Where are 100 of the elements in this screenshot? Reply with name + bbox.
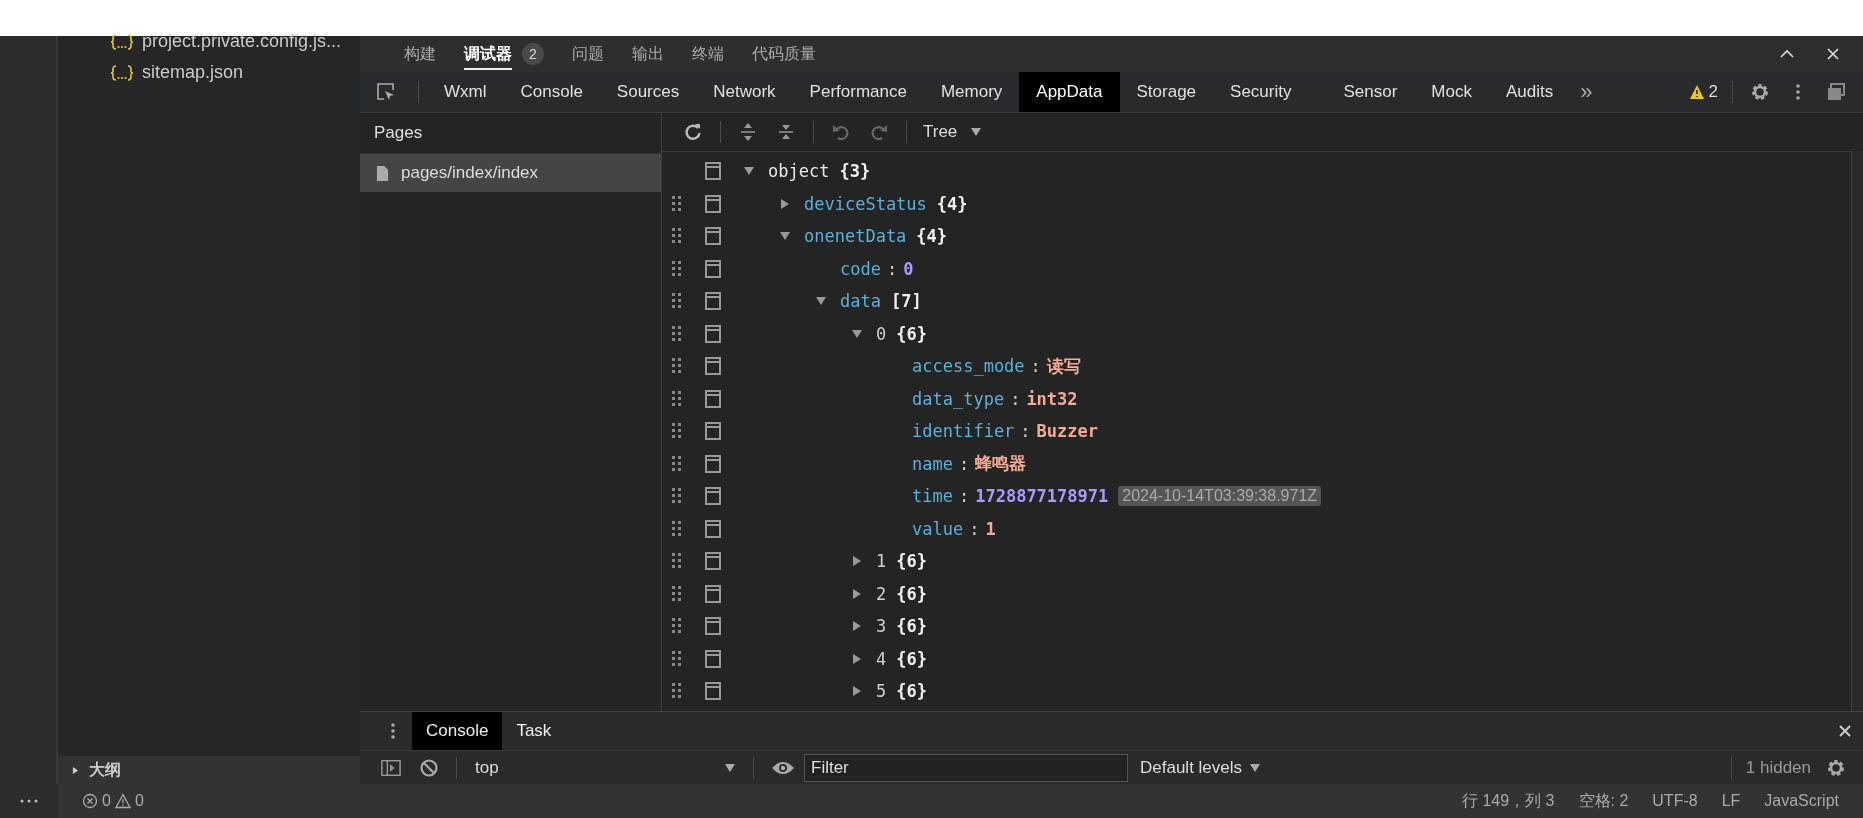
devtools-tab[interactable]: Sources bbox=[599, 72, 697, 112]
panel-tab[interactable]: 终端 bbox=[678, 36, 738, 72]
sidebar-toggle-icon[interactable] bbox=[381, 757, 401, 778]
row-panel-icon[interactable] bbox=[705, 292, 721, 311]
devtools-tab[interactable]: AppData bbox=[1019, 72, 1120, 112]
settings-icon[interactable] bbox=[1750, 82, 1770, 102]
scrollbar[interactable] bbox=[1851, 151, 1863, 711]
devtools-tab[interactable]: Console bbox=[503, 72, 600, 112]
drawer-tab[interactable]: Task bbox=[502, 712, 566, 750]
expanded-arrow-icon[interactable] bbox=[780, 231, 790, 242]
row-panel-icon[interactable] bbox=[705, 357, 721, 376]
status-item[interactable]: UTF-8 bbox=[1652, 792, 1698, 810]
expanded-arrow-icon[interactable] bbox=[816, 296, 826, 307]
row-panel-icon[interactable] bbox=[705, 162, 721, 181]
clear-console-icon[interactable] bbox=[419, 757, 439, 778]
log-levels-select[interactable]: Default levels bbox=[1140, 757, 1261, 778]
drag-handle-icon[interactable] bbox=[672, 520, 682, 537]
tree-summary: {4} bbox=[916, 226, 948, 247]
file-item[interactable]: project.private.config.js... bbox=[110, 26, 360, 57]
collapsed-arrow-icon[interactable] bbox=[852, 653, 862, 664]
drag-handle-icon[interactable] bbox=[672, 553, 682, 570]
row-panel-icon[interactable] bbox=[705, 389, 721, 408]
row-panel-icon[interactable] bbox=[705, 649, 721, 668]
file-item[interactable]: sitemap.json bbox=[110, 57, 360, 88]
status-item[interactable]: 行 149，列 3 bbox=[1462, 790, 1555, 812]
collapsed-arrow-icon[interactable] bbox=[852, 686, 862, 697]
row-panel-icon[interactable] bbox=[705, 584, 721, 603]
drag-handle-icon[interactable] bbox=[672, 358, 682, 375]
collapse-all-icon[interactable] bbox=[776, 122, 796, 142]
more-icon[interactable] bbox=[19, 799, 39, 803]
devtools-tab[interactable]: Performance bbox=[792, 72, 924, 112]
devtools-tab[interactable]: Sensor bbox=[1326, 72, 1415, 112]
expanded-arrow-icon[interactable] bbox=[744, 166, 754, 177]
row-panel-icon[interactable] bbox=[705, 617, 721, 636]
devtools-tab[interactable]: Mock bbox=[1414, 72, 1489, 112]
caret-icon bbox=[971, 128, 982, 136]
panel-tab[interactable]: 调试器 2 bbox=[450, 36, 558, 72]
context-select[interactable]: top bbox=[465, 757, 745, 778]
drag-handle-icon[interactable] bbox=[672, 423, 682, 440]
panel-tab[interactable]: 输出 bbox=[618, 36, 678, 72]
panel-tab[interactable]: 构建 bbox=[390, 36, 450, 72]
devtools-tab[interactable]: Wxml bbox=[427, 72, 504, 112]
outline-section-header[interactable]: 大纲 bbox=[58, 756, 360, 784]
drag-handle-icon[interactable] bbox=[672, 325, 682, 342]
drag-handle-icon[interactable] bbox=[672, 195, 682, 212]
undo-icon[interactable] bbox=[831, 122, 851, 142]
settings-icon[interactable] bbox=[1826, 757, 1846, 778]
drag-handle-icon[interactable] bbox=[672, 260, 682, 277]
refresh-icon[interactable] bbox=[683, 122, 703, 142]
devtools-tab[interactable]: Network bbox=[696, 72, 793, 112]
row-panel-icon[interactable] bbox=[705, 682, 721, 701]
status-item[interactable]: 空格: 2 bbox=[1578, 790, 1629, 812]
row-panel-icon[interactable] bbox=[705, 324, 721, 343]
close-icon[interactable] bbox=[1837, 723, 1853, 739]
warning-counter[interactable]: 2 bbox=[1682, 82, 1724, 102]
row-panel-icon[interactable] bbox=[705, 259, 721, 278]
page-item[interactable]: pages/index/index bbox=[360, 154, 661, 192]
drag-handle-icon[interactable] bbox=[672, 618, 682, 635]
drag-handle-icon[interactable] bbox=[672, 228, 682, 245]
filter-field[interactable]: Filter bbox=[804, 753, 1128, 782]
panel-tab[interactable]: 问题 bbox=[558, 36, 618, 72]
row-panel-icon[interactable] bbox=[705, 422, 721, 441]
devtools-tab[interactable]: Storage bbox=[1119, 72, 1214, 112]
row-panel-icon[interactable] bbox=[705, 519, 721, 538]
drag-handle-icon[interactable] bbox=[672, 683, 682, 700]
expanded-arrow-icon[interactable] bbox=[852, 328, 862, 339]
drag-handle-icon[interactable] bbox=[672, 650, 682, 667]
tree-key: name bbox=[912, 453, 953, 474]
devtools-tab[interactable]: Audits bbox=[1488, 72, 1571, 112]
redo-icon[interactable] bbox=[869, 122, 889, 142]
collapsed-arrow-icon[interactable] bbox=[852, 621, 862, 632]
key-separator: : bbox=[886, 258, 898, 279]
drag-handle-icon[interactable] bbox=[672, 585, 682, 602]
collapsed-arrow-icon[interactable] bbox=[780, 198, 790, 209]
drag-handle-icon[interactable] bbox=[672, 390, 682, 407]
view-mode-select[interactable]: Tree bbox=[915, 122, 990, 142]
drag-handle-icon[interactable] bbox=[672, 488, 682, 505]
status-item[interactable]: LF bbox=[1721, 792, 1741, 810]
row-panel-icon[interactable] bbox=[705, 194, 721, 213]
inspect-element-icon[interactable] bbox=[376, 82, 396, 102]
row-panel-icon[interactable] bbox=[705, 552, 721, 571]
drag-handle-icon[interactable] bbox=[672, 293, 682, 310]
drag-handle-icon[interactable] bbox=[672, 455, 682, 472]
eye-icon[interactable] bbox=[771, 759, 795, 776]
more-tabs-button[interactable]: » bbox=[1570, 79, 1603, 105]
dock-icon[interactable] bbox=[1826, 82, 1846, 102]
close-icon[interactable] bbox=[1825, 46, 1841, 62]
devtools-tab[interactable]: Memory bbox=[923, 72, 1020, 112]
row-panel-icon[interactable] bbox=[705, 487, 721, 506]
error-icon bbox=[82, 793, 98, 809]
drawer-tab[interactable]: Console bbox=[412, 712, 503, 750]
devtools-tab[interactable]: Security bbox=[1213, 72, 1309, 112]
row-panel-icon[interactable] bbox=[705, 227, 721, 246]
panel-tab[interactable]: 代码质量 bbox=[738, 36, 830, 72]
collapsed-arrow-icon[interactable] bbox=[852, 588, 862, 599]
problems-indicator[interactable]: 0 0 bbox=[82, 792, 144, 810]
expand-all-icon[interactable] bbox=[738, 122, 758, 142]
row-panel-icon[interactable] bbox=[705, 454, 721, 473]
collapsed-arrow-icon[interactable] bbox=[852, 556, 862, 567]
status-item[interactable]: JavaScript bbox=[1764, 792, 1839, 810]
